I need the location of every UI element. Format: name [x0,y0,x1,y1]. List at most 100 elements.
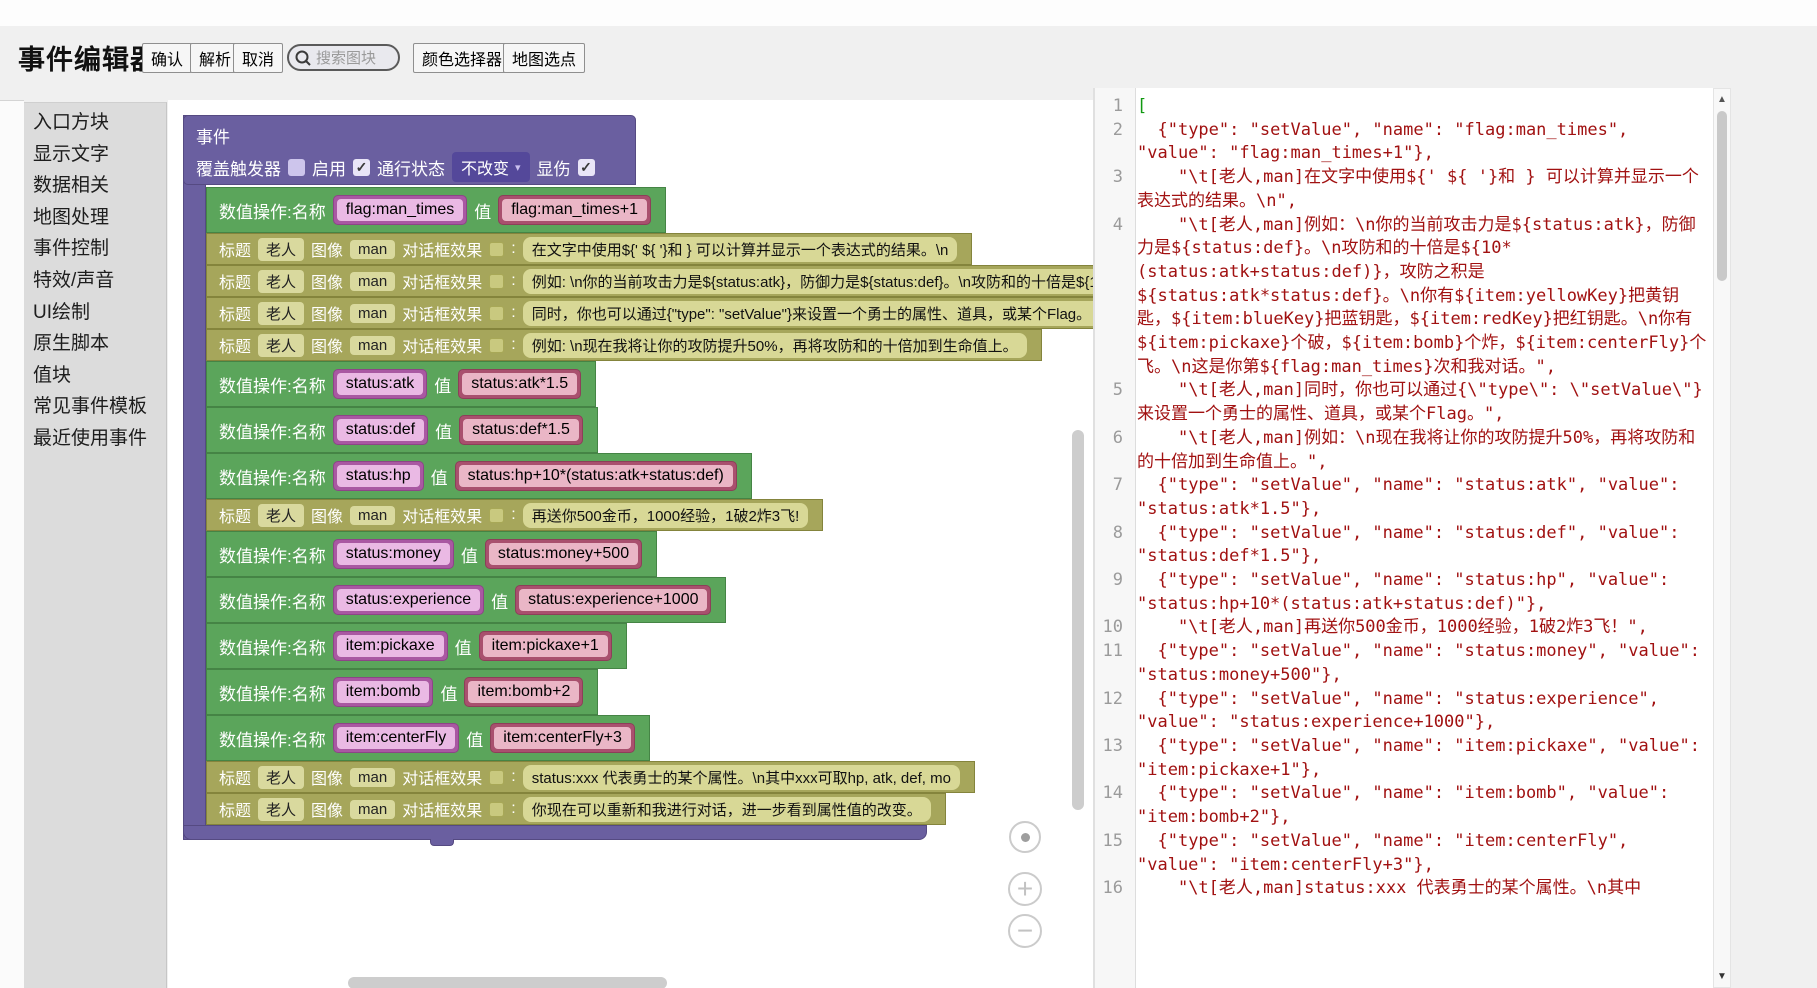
zoom-out-button[interactable]: − [1008,914,1042,948]
code-editor[interactable]: 1[2 {"type": "setValue", "name": "flag:m… [1095,88,1713,988]
sidebar-item[interactable]: UI绘制 [33,297,166,329]
value-field[interactable]: item:centerFly+3 [490,723,635,753]
code-line[interactable]: 6 "\t[老人,man]例如：\n现在我将让你的攻防提升50%，再将攻防和的十… [1095,427,1713,474]
text-effect-checkbox[interactable] [489,242,504,257]
sidebar-item[interactable]: 事件控制 [33,233,166,265]
code-line[interactable]: 4 "\t[老人,man]例如：\n你的当前攻击力是${status:atk}，… [1095,214,1713,380]
name-field[interactable]: item:bomb [333,677,434,707]
scroll-up-icon[interactable]: ▲ [1714,91,1730,108]
text-effect-checkbox[interactable] [489,770,504,785]
workspace-horizontal-scrollbar[interactable] [348,977,667,988]
text-content-field[interactable]: 同时，你也可以通过{"type": "setValue"}来设置一个勇士的属性、… [523,301,1093,326]
code-line[interactable]: 14 {"type": "setValue", "name": "item:bo… [1095,782,1713,829]
code-line[interactable]: 16 "\t[老人,man]status:xxx 代表勇士的某个属性。\n其中 [1095,877,1713,901]
color-picker-button[interactable]: 颜色选择器 [413,43,511,73]
text-content-field[interactable]: 例如: \n现在我将让你的攻防提升50%，再将攻防和的十倍加到生命值上。 [523,333,1027,358]
text-effect-checkbox[interactable] [489,508,504,523]
sidebar-item[interactable]: 最近使用事件 [33,423,166,455]
pass-state-dropdown[interactable]: 不改变 ▾ [452,152,530,182]
code-line[interactable]: 9 {"type": "setValue", "name": "status:h… [1095,569,1713,616]
setvalue-block[interactable]: 数值操作:名称status:hp值status:hp+10*(status:at… [206,453,752,499]
blockly-workspace[interactable]: 事件 覆盖触发器 启用 ✓ 通行状态 不改变 ▾ 显伤 ✓ 数值操作:名称fla… [168,100,1093,988]
zoom-in-button[interactable]: + [1008,872,1042,906]
sidebar-item[interactable]: 入口方块 [33,107,166,139]
text-title-value[interactable]: 老人 [258,302,304,325]
setvalue-block[interactable]: 数值操作:名称item:pickaxe值item:pickaxe+1 [206,623,627,669]
recenter-button[interactable] [1009,821,1041,853]
text-block[interactable]: 标题老人图像man对话框效果:你现在可以重新和我进行对话，进一步看到属性值的改变… [206,793,946,825]
text-image-value[interactable]: man [350,272,395,291]
sidebar-item[interactable]: 数据相关 [33,170,166,202]
enabled-checkbox[interactable]: ✓ [353,159,370,176]
show-damage-checkbox[interactable]: ✓ [578,159,595,176]
setvalue-block[interactable]: 数值操作:名称item:bomb值item:bomb+2 [206,669,598,715]
text-content-field[interactable]: 例如: \n你的当前攻击力是${status:atk}，防御力是${status… [523,269,1093,294]
name-field[interactable]: flag:man_times [333,195,468,225]
sidebar-item[interactable]: 值块 [33,360,166,392]
text-effect-checkbox[interactable] [489,274,504,289]
name-field[interactable]: item:centerFly [333,723,459,753]
setvalue-block[interactable]: 数值操作:名称status:atk值status:atk*1.5 [206,361,596,407]
setvalue-block[interactable]: 数值操作:名称status:def值status:def*1.5 [206,407,598,453]
name-field[interactable]: status:experience [333,585,484,615]
code-editor-scrollbar[interactable]: ▲ ▼ [1713,88,1731,988]
text-block[interactable]: 标题老人图像man对话框效果:例如: \n你的当前攻击力是${status:at… [206,265,1093,297]
cancel-button[interactable]: 取消 [233,43,283,73]
text-title-value[interactable]: 老人 [258,798,304,821]
setvalue-block[interactable]: 数值操作:名称flag:man_times值flag:man_times+1 [206,187,666,233]
sidebar-item[interactable]: 原生脚本 [33,328,166,360]
value-field[interactable]: status:hp+10*(status:atk+status:def) [455,461,737,491]
text-effect-checkbox[interactable] [489,306,504,321]
text-block[interactable]: 标题老人图像man对话框效果:同时，你也可以通过{"type": "setVal… [206,297,1093,329]
code-line[interactable]: 8 {"type": "setValue", "name": "status:d… [1095,522,1713,569]
name-field[interactable]: status:hp [333,461,424,491]
code-line[interactable]: 2 {"type": "setValue", "name": "flag:man… [1095,119,1713,166]
text-block[interactable]: 标题老人图像man对话框效果:在文字中使用${' ${ '}和 } 可以计算并显… [206,233,972,265]
text-image-value[interactable]: man [350,336,395,355]
code-line[interactable]: 1[ [1095,95,1713,119]
setvalue-block[interactable]: 数值操作:名称item:centerFly值item:centerFly+3 [206,715,650,761]
text-title-value[interactable]: 老人 [258,504,304,527]
text-image-value[interactable]: man [350,800,395,819]
text-block[interactable]: 标题老人图像man对话框效果:再送你500金币，1000经验，1破2炸3飞! [206,499,823,531]
code-line[interactable]: 5 "\t[老人,man]同时，你也可以通过{\"type\": \"setVa… [1095,379,1713,426]
text-title-value[interactable]: 老人 [258,238,304,261]
text-content-field[interactable]: status:xxx 代表勇士的某个属性。\n其中xxx可取hp, atk, d… [523,765,960,790]
text-image-value[interactable]: man [350,240,395,259]
name-field[interactable]: status:atk [333,369,427,399]
value-field[interactable]: status:def*1.5 [459,415,583,445]
code-line[interactable]: 15 {"type": "setValue", "name": "item:ce… [1095,830,1713,877]
name-field[interactable]: status:money [333,539,454,569]
text-title-value[interactable]: 老人 [258,270,304,293]
confirm-button[interactable]: 确认 [142,43,192,73]
event-block-header[interactable]: 事件 覆盖触发器 启用 ✓ 通行状态 不改变 ▾ 显伤 ✓ [183,115,636,185]
text-content-field[interactable]: 你现在可以重新和我进行对话，进一步看到属性值的改变。 [523,797,931,822]
code-line[interactable]: 13 {"type": "setValue", "name": "item:pi… [1095,735,1713,782]
map-pick-button[interactable]: 地图选点 [503,43,585,73]
text-image-value[interactable]: man [350,304,395,323]
value-field[interactable]: item:bomb+2 [464,677,583,707]
override-trigger-checkbox[interactable] [288,159,305,176]
text-image-value[interactable]: man [350,506,395,525]
value-field[interactable]: status:atk*1.5 [458,369,581,399]
sidebar-item[interactable]: 地图处理 [33,202,166,234]
text-image-value[interactable]: man [350,768,395,787]
code-line[interactable]: 10 "\t[老人,man]再送你500金币，1000经验，1破2炸3飞！", [1095,616,1713,640]
text-title-value[interactable]: 老人 [258,766,304,789]
code-line[interactable]: 11 {"type": "setValue", "name": "status:… [1095,640,1713,687]
value-field[interactable]: item:pickaxe+1 [479,631,612,661]
text-block[interactable]: 标题老人图像man对话框效果:例如: \n现在我将让你的攻防提升50%，再将攻防… [206,329,1042,361]
code-line[interactable]: 12 {"type": "setValue", "name": "status:… [1095,688,1713,735]
value-field[interactable]: status:experience+1000 [515,585,711,615]
name-field[interactable]: status:def [333,415,428,445]
sidebar-item[interactable]: 特效/声音 [33,265,166,297]
sidebar-item[interactable]: 显示文字 [33,139,166,171]
value-field[interactable]: status:money+500 [485,539,642,569]
text-block[interactable]: 标题老人图像man对话框效果:status:xxx 代表勇士的某个属性。\n其中… [206,761,975,793]
value-field[interactable]: flag:man_times+1 [498,195,651,225]
code-line[interactable]: 3 "\t[老人,man]在文字中使用${' ${ '}和 } 可以计算并显示一… [1095,166,1713,213]
text-effect-checkbox[interactable] [489,802,504,817]
search-input[interactable]: 搜索图块 [287,44,400,71]
code-scrollbar-thumb[interactable] [1717,111,1727,281]
text-title-value[interactable]: 老人 [258,334,304,357]
